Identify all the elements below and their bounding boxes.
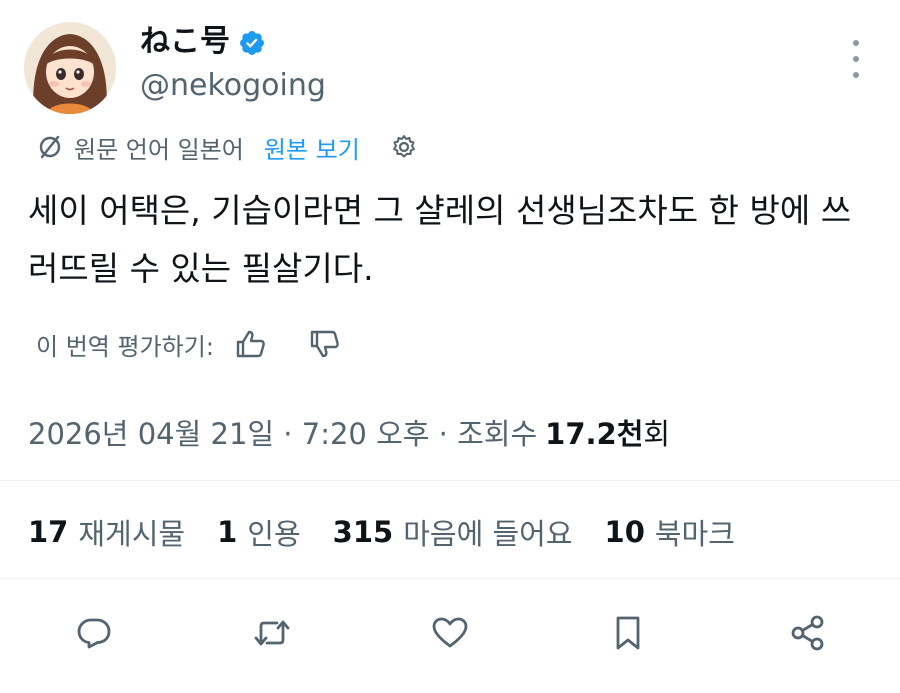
verified-badge-icon	[238, 28, 266, 56]
reposts-stat[interactable]: 17 재게시물	[28, 511, 185, 553]
views-count: 17.2천	[545, 417, 644, 451]
rate-translation-label: 이 번역 평가하기:	[36, 332, 214, 361]
bookmark-icon	[616, 616, 640, 650]
tweet-meta: 2026년 04월 21일 · 7:20 오후 · 조회수 17.2천 회	[28, 410, 670, 454]
reply-icon	[77, 618, 111, 649]
bookmark-button[interactable]	[606, 611, 650, 655]
more-options-icon[interactable]	[842, 40, 870, 78]
reposts-count: 17	[28, 515, 69, 549]
like-button[interactable]	[428, 611, 472, 655]
quotes-label: 인용	[247, 517, 301, 551]
likes-count: 315	[332, 515, 394, 549]
reply-button[interactable]	[72, 611, 116, 655]
divider	[0, 480, 900, 481]
repost-icon	[254, 620, 290, 646]
translate-icon	[39, 135, 61, 159]
rate-translation-bar: 이 번역 평가하기:	[36, 322, 342, 366]
user-handle[interactable]: @nekogoing	[140, 66, 326, 106]
bookmarks-label: 북마크	[654, 517, 735, 551]
quotes-count: 1	[217, 515, 238, 549]
action-bar	[0, 605, 900, 661]
bookmarks-count: 10	[604, 515, 645, 549]
repost-button[interactable]	[250, 611, 294, 655]
likes-label: 마음에 들어요	[403, 517, 573, 551]
divider	[0, 578, 900, 579]
display-name[interactable]: ねこ号	[140, 22, 230, 62]
likes-stat[interactable]: 315 마음에 들어요	[333, 511, 573, 553]
avatar[interactable]	[24, 22, 116, 114]
reposts-label: 재게시물	[78, 517, 186, 551]
quotes-stat[interactable]: 1 인용	[217, 511, 301, 553]
engagement-stats: 17 재게시물 1 인용 315 마음에 들어요 10 북마크	[28, 510, 767, 554]
share-icon	[791, 615, 824, 651]
show-original-link[interactable]: 원본 보기	[264, 130, 360, 165]
translation-bar: 원문 언어 일본어 원본 보기	[36, 128, 418, 166]
translation-info: 원문 언어 일본어	[74, 135, 244, 164]
author-name-row[interactable]: ねこ号	[140, 22, 266, 62]
thumbs-down-icon[interactable]	[308, 327, 342, 361]
views-unit: 회	[643, 417, 671, 451]
tweet-datetime[interactable]: 2026년 04월 21일 · 7:20 오후 · 조회수	[28, 411, 537, 453]
bookmarks-stat[interactable]: 10 북마크	[605, 511, 735, 553]
tweet-text: 세이 어택은, 기습이라면 그 샬레의 선생님조차도 한 방에 쓰러뜨릴 수 있…	[28, 191, 852, 288]
avatar-icon	[24, 22, 116, 114]
heart-icon	[432, 617, 468, 648]
thumbs-up-icon[interactable]	[234, 327, 268, 361]
gear-icon[interactable]	[390, 133, 418, 161]
share-button[interactable]	[786, 611, 830, 655]
